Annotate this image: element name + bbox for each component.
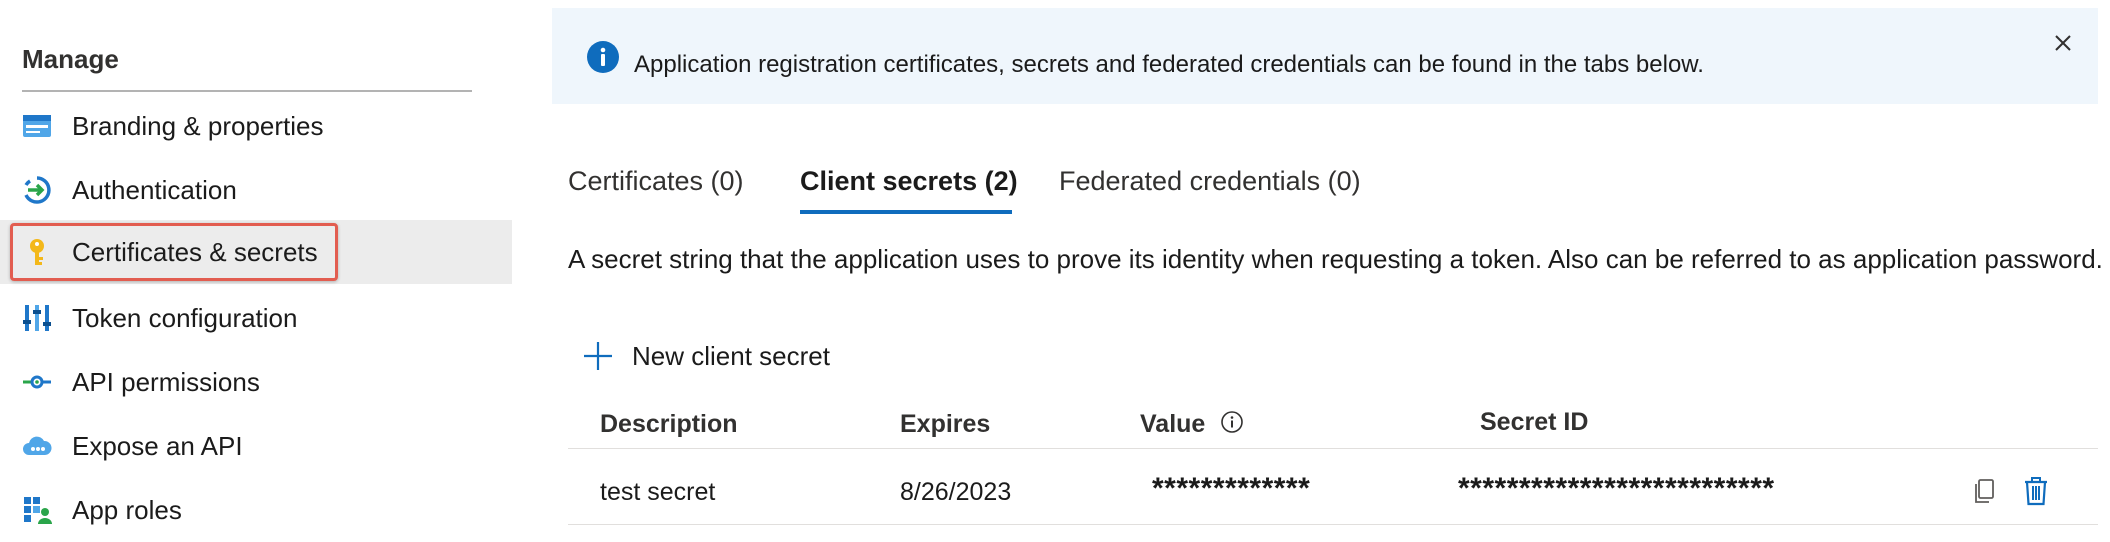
info-banner: Application registration certificates, s…	[552, 8, 2098, 104]
sidebar: Manage Branding & properties Authenticat…	[0, 0, 512, 528]
sidebar-item-label: App roles	[72, 494, 182, 525]
token-config-icon	[22, 303, 52, 333]
api-permissions-icon	[22, 367, 52, 397]
column-header-expires: Expires	[900, 410, 991, 438]
sidebar-item-label: Branding & properties	[72, 110, 324, 141]
new-client-secret-button[interactable]: New client secret	[582, 336, 830, 376]
column-header-value-label: Value	[1140, 410, 1206, 439]
header-divider	[568, 448, 2098, 449]
authentication-icon	[22, 175, 52, 205]
key-icon	[22, 237, 52, 267]
sidebar-item-expose-api[interactable]: Expose an API	[0, 414, 512, 478]
row-divider	[568, 524, 2098, 525]
sidebar-item-app-roles[interactable]: App roles	[0, 478, 512, 542]
sidebar-item-api-permissions[interactable]: API permissions	[0, 350, 512, 414]
sidebar-item-label: Certificates & secrets	[72, 236, 318, 267]
column-header-secret-id: Secret ID	[1480, 408, 1589, 436]
section-divider	[22, 90, 472, 92]
manage-section-title: Manage	[22, 44, 119, 74]
sidebar-item-label: Expose an API	[72, 430, 243, 461]
new-client-secret-label: New client secret	[632, 340, 830, 371]
branding-icon	[22, 111, 52, 141]
plus-icon	[582, 340, 614, 372]
cell-expires: 8/26/2023	[900, 478, 1012, 506]
sidebar-item-label: Token configuration	[72, 302, 298, 333]
column-header-value: Value	[1140, 410, 1244, 441]
sidebar-item-label: API permissions	[72, 366, 260, 397]
info-circle-icon[interactable]	[1220, 410, 1244, 441]
client-secrets-description: A secret string that the application use…	[568, 244, 2103, 274]
cell-description: test secret	[600, 478, 716, 506]
trash-icon[interactable]	[2022, 476, 2050, 506]
cell-secret-id: **************************	[1458, 472, 1775, 505]
column-header-description: Description	[600, 410, 738, 438]
tab-certificates[interactable]: Certificates (0)	[568, 166, 744, 197]
sidebar-item-label: Authentication	[72, 174, 237, 205]
cloud-api-icon	[22, 431, 52, 461]
tab-federated-credentials[interactable]: Federated credentials (0)	[1059, 166, 1361, 197]
copy-icon[interactable]	[1970, 476, 1998, 506]
sidebar-item-branding[interactable]: Branding & properties	[0, 94, 512, 158]
tab-client-secrets[interactable]: Client secrets (2)	[800, 166, 1018, 197]
active-tab-indicator	[800, 210, 1012, 214]
sidebar-item-certificates-secrets[interactable]: Certificates & secrets	[0, 220, 512, 284]
app-roles-icon	[22, 495, 52, 525]
cell-value: *************	[1152, 472, 1311, 505]
close-icon[interactable]	[2050, 30, 2076, 56]
sidebar-item-authentication[interactable]: Authentication	[0, 158, 512, 222]
sidebar-item-token-configuration[interactable]: Token configuration	[0, 286, 512, 350]
banner-message: Application registration certificates, s…	[634, 51, 1704, 78]
info-icon	[586, 40, 620, 74]
